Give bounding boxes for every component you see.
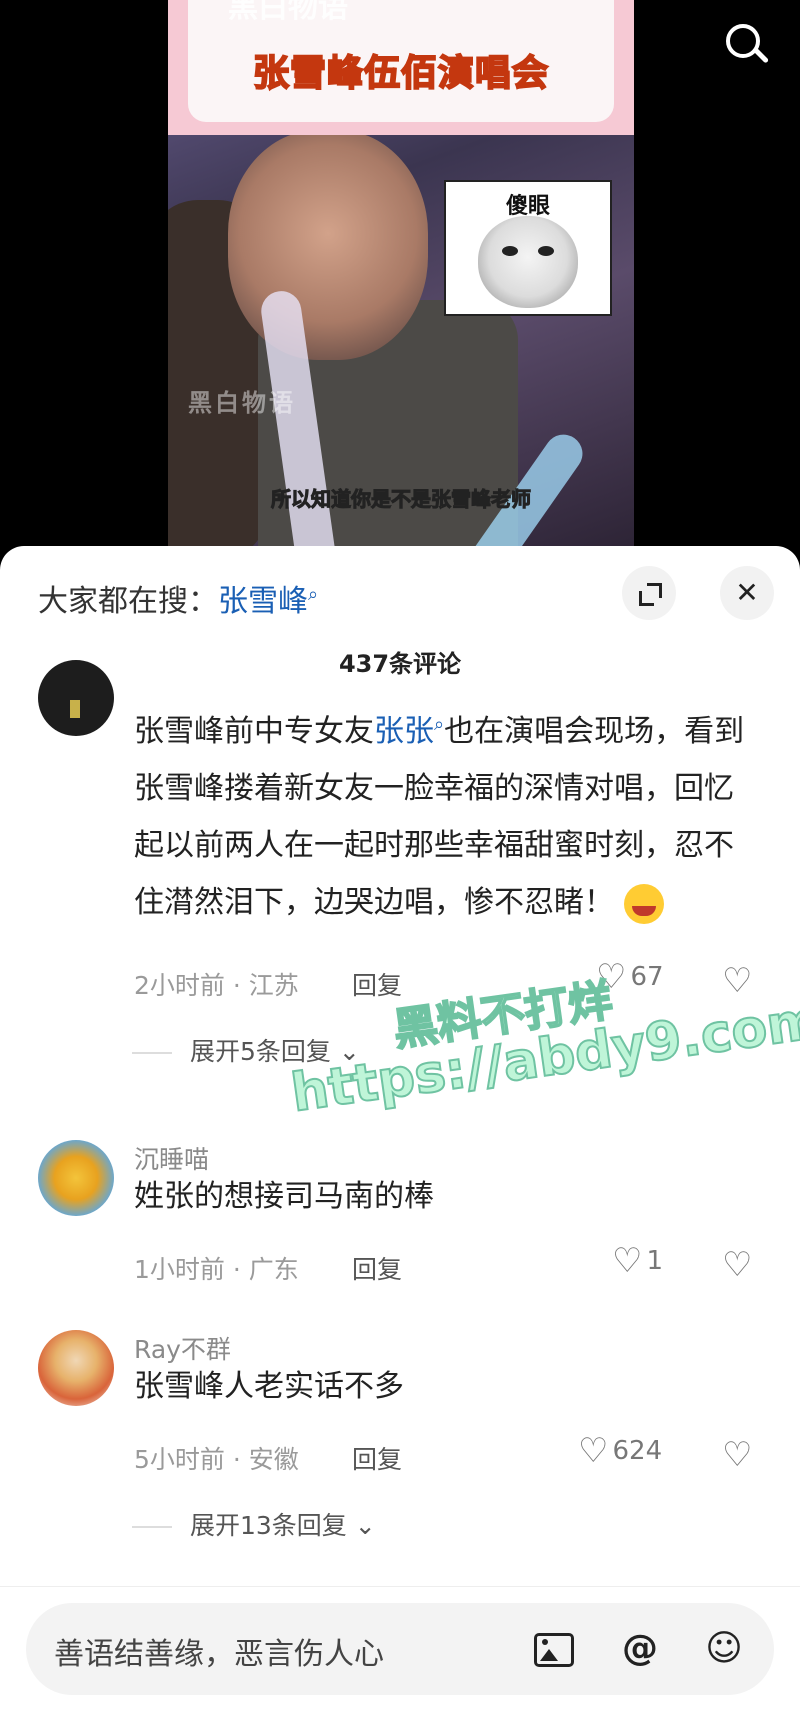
- hot-search-label: 大家都在搜：: [38, 584, 218, 619]
- comment-time-location: 5小时前 · 安徽: [134, 1445, 299, 1474]
- comment-text-part: 张雪峰前中专女友: [134, 714, 374, 749]
- meme-face-image: [478, 216, 578, 308]
- comment-input[interactable]: 善语结善缘，恶言伤人心 @ ☺: [26, 1603, 774, 1695]
- avatar-detail: [70, 700, 80, 718]
- like-count: 624: [612, 1436, 663, 1466]
- search-icon[interactable]: [722, 20, 772, 70]
- avatar[interactable]: [38, 1140, 114, 1216]
- dislike-heart-icon[interactable]: ♡: [722, 1438, 752, 1472]
- comment-time-location: 2小时前 · 江苏: [134, 971, 299, 1000]
- reply-button[interactable]: 回复: [352, 1440, 402, 1476]
- video-banner: 黑白物语 张雪峰伍佰演唱会: [168, 0, 634, 135]
- avatar[interactable]: [38, 660, 114, 736]
- video-scene-head: [228, 130, 428, 360]
- video-subtitle: 所以知道你是不是张雪峰老师: [271, 487, 532, 512]
- video-frame[interactable]: 黑白物语 张雪峰伍佰演唱会 傻眼 黑白物语 所以知道你是不是张雪峰老师: [168, 0, 634, 560]
- like-button[interactable]: ♡ 1: [612, 1244, 663, 1284]
- comment-keyword-link[interactable]: 张张: [374, 714, 434, 749]
- meme-eye: [538, 246, 554, 256]
- dislike-heart-icon[interactable]: ♡: [722, 1248, 752, 1282]
- video-player[interactable]: 黑白物语 张雪峰伍佰演唱会 傻眼 黑白物语 所以知道你是不是张雪峰老师: [0, 0, 800, 560]
- video-banner-panel: 黑白物语 张雪峰伍佰演唱会: [188, 0, 614, 122]
- chevron-down-icon: ⌄: [346, 1511, 376, 1540]
- expand-replies-label: 展开13条回复: [190, 1511, 347, 1540]
- comment-input-bar: 善语结善缘，恶言伤人心 @ ☺: [0, 1586, 800, 1710]
- image-icon[interactable]: [526, 1623, 578, 1675]
- meme-eye: [502, 246, 518, 256]
- crying-laughing-emoji-icon: [623, 883, 664, 924]
- emoji-icon[interactable]: ☺: [698, 1623, 750, 1675]
- expand-button[interactable]: [622, 566, 676, 620]
- at-icon[interactable]: @: [614, 1623, 666, 1675]
- search-icon: ⌕: [434, 714, 445, 735]
- video-banner-title: 张雪峰伍佰演唱会: [252, 52, 549, 95]
- hot-search-keyword[interactable]: 张雪峰: [218, 584, 308, 619]
- avatar[interactable]: [38, 1330, 114, 1406]
- banner-top-text: 黑白物语: [228, 0, 348, 25]
- comment-input-placeholder: 善语结善缘，恶言伤人心: [54, 1637, 384, 1672]
- search-icon: ⌕: [308, 584, 319, 605]
- hot-search[interactable]: 大家都在搜：张雪峰⌕: [38, 576, 318, 620]
- comment-time-location: 1小时前 · 广东: [134, 1255, 299, 1284]
- expand-icon: [639, 583, 662, 606]
- video-watermark: 黑白物语: [188, 389, 296, 417]
- comment-sheet: 大家都在搜：张雪峰⌕ ✕ 437条评论 张雪峰前中专女友张张⌕也在演唱会现场，看…: [0, 546, 800, 1709]
- reply-button[interactable]: 回复: [352, 1250, 402, 1286]
- like-count: 67: [630, 962, 664, 992]
- like-count: 1: [646, 1246, 664, 1276]
- comment-text: 张雪峰人老实话不多: [134, 1369, 404, 1404]
- heart-icon: ♡: [578, 1431, 609, 1471]
- like-button[interactable]: ♡ 624: [578, 1434, 662, 1474]
- expand-replies-button[interactable]: 展开13条回复 ⌄: [132, 1506, 376, 1542]
- comment-count: 437条评论: [338, 650, 462, 678]
- dislike-heart-icon[interactable]: ♡: [722, 964, 752, 998]
- close-icon: ✕: [735, 576, 759, 609]
- heart-icon: ♡: [612, 1241, 643, 1281]
- comment-text: 张雪峰前中专女友张张⌕也在演唱会现场，看到张雪峰搂着新女友一脸幸福的深情对唱，回…: [134, 696, 754, 931]
- comment-text: 姓张的想接司马南的棒: [134, 1179, 434, 1214]
- close-button[interactable]: ✕: [720, 566, 774, 620]
- meme-sticker: 傻眼: [444, 180, 612, 316]
